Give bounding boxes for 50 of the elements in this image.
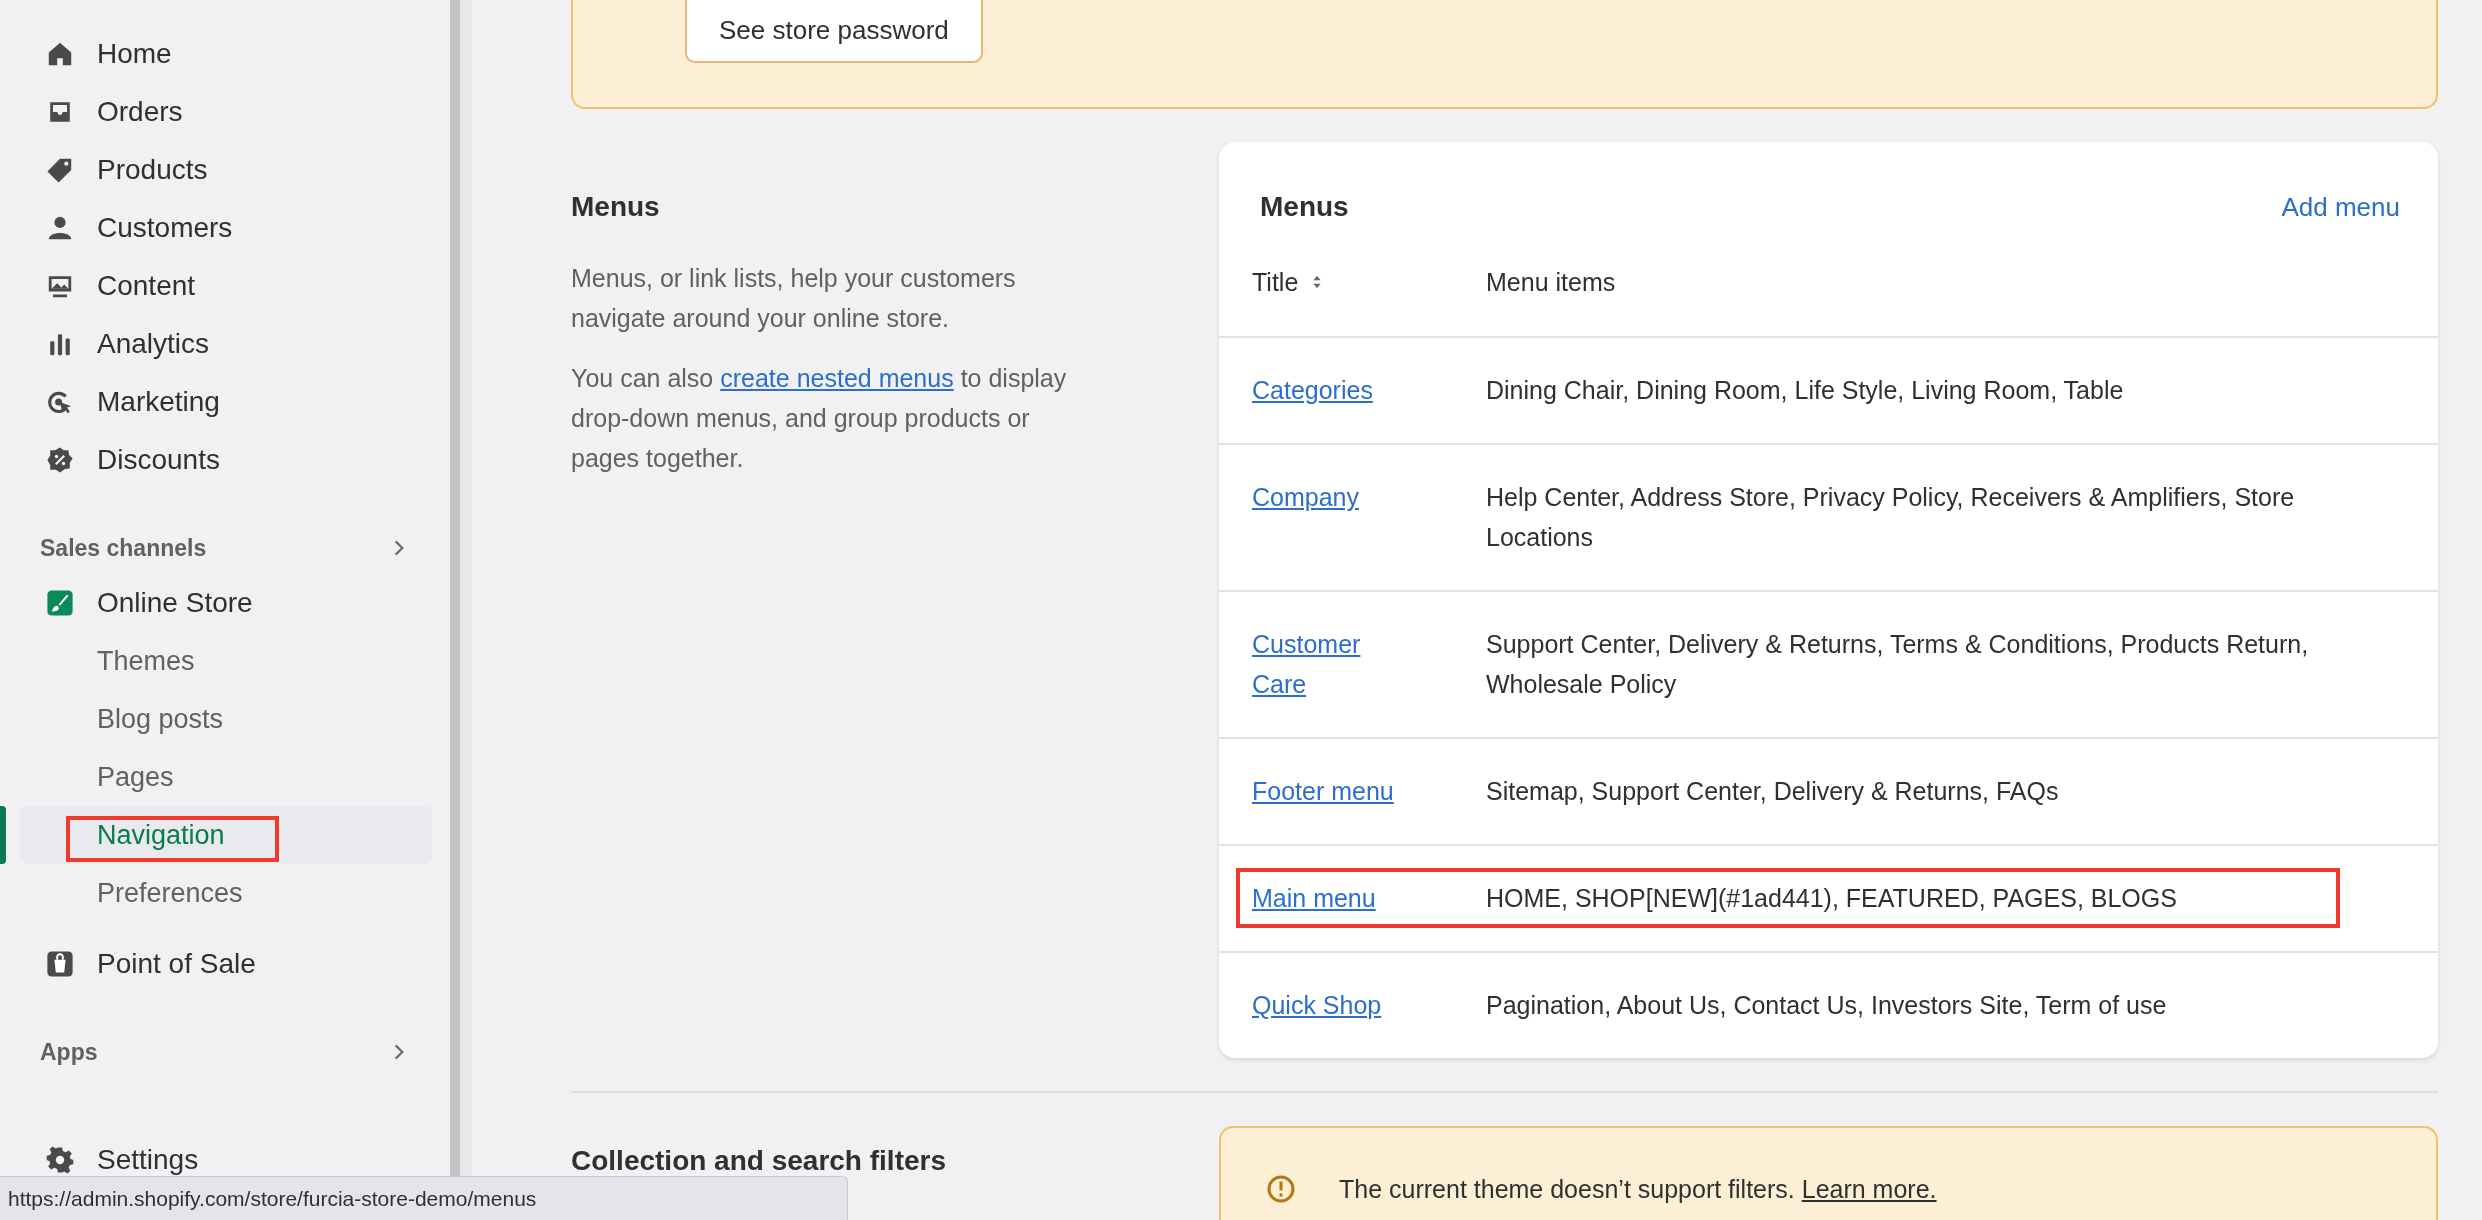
nav-item[interactable]: Products (0, 141, 450, 199)
brush-icon (46, 589, 74, 617)
nav-item[interactable]: Analytics (0, 315, 450, 373)
sub-nav-item[interactable]: Blog posts (0, 690, 432, 748)
see-password-button[interactable]: See store password (685, 0, 983, 63)
table-cell-text: Pagination, About Us, Contact Us, Investors Site, Term of use (1486, 990, 2168, 1021)
nav-item[interactable]: Customers (0, 199, 450, 257)
menu-title-link[interactable]: Main menu (1252, 878, 1376, 918)
sub-nav-item[interactable]: Themes (0, 632, 432, 690)
sub-nav-item[interactable]: Preferences (0, 864, 432, 922)
nav-item[interactable]: Online Store (0, 574, 450, 632)
home-icon (46, 40, 74, 68)
table-cell-text: Help Center, Address Store, Privacy Policy, Receivers & Amplifiers, Store Locations (1486, 482, 2296, 553)
nav-item[interactable]: Home (0, 25, 450, 83)
menu-title-link[interactable]: Company (1252, 477, 1359, 517)
settings-icon (46, 1146, 74, 1174)
menu-title-link[interactable]: Customer Care (1252, 624, 1402, 704)
section-note: You can also create nested menus to display drop-down menus, and group products or pages together. (571, 363, 1068, 474)
table-cell-text: Support Center, Delivery & Returns, Terms & Conditions, Products Return, Wholesale Policy (1486, 629, 2310, 700)
url-tooltip: https://admin.shopify.com/store/furcia-store-demo/menus (0, 1176, 848, 1220)
sub-nav-item[interactable]: Pages (0, 748, 432, 806)
sub-nav-item[interactable]: Navigation (20, 806, 432, 864)
nav-item[interactable]: Content (0, 257, 450, 315)
warning-message: The current theme doesn’t support filters. Learn more. (1339, 1174, 1937, 1205)
discount-icon (46, 446, 74, 474)
nav-item[interactable]: Discounts (0, 431, 450, 489)
menu-title-link[interactable]: Categories (1252, 370, 1373, 410)
person-icon (46, 214, 74, 242)
shopping-bag-icon (46, 950, 74, 978)
section-header[interactable]: Apps (0, 1032, 450, 1072)
nav-item[interactable]: Point of Sale (0, 935, 450, 993)
nav-item[interactable]: Marketing (0, 373, 450, 431)
menu-title-link[interactable]: Footer menu (1252, 771, 1394, 811)
warning-icon (1266, 1174, 1296, 1204)
sort-header[interactable]: Title (1252, 262, 1486, 302)
nested-menus-link[interactable]: create nested menus (720, 364, 954, 392)
table-cell-text: Dining Chair, Dining Room, Life Style, Living Room, Table (1486, 375, 2125, 406)
section-header[interactable]: Sales channels (0, 528, 450, 568)
table-cell-text: HOME, SHOP[NEW](#1ad441), FEATURED, PAGES, BLOGS (1486, 883, 2178, 914)
section-title: Menus (571, 190, 661, 224)
menu-title-link[interactable]: Quick Shop (1252, 985, 1382, 1025)
nav-item[interactable]: Orders (0, 83, 450, 141)
learn-more-link[interactable]: Learn more. (1801, 1175, 1937, 1203)
add-menu-link[interactable]: Add menu (2281, 191, 2400, 223)
card-title: Menus (1260, 191, 1349, 223)
column-header: Menu items (1486, 267, 1617, 298)
table-cell-text: Sitemap, Support Center, Delivery & Returns, FAQs (1486, 776, 2060, 807)
section-description: Menus, or link lists, help your customers navigate around your online store. (571, 263, 1017, 334)
section-title: Collection and search filters (571, 1144, 947, 1178)
tag-icon (46, 156, 74, 184)
